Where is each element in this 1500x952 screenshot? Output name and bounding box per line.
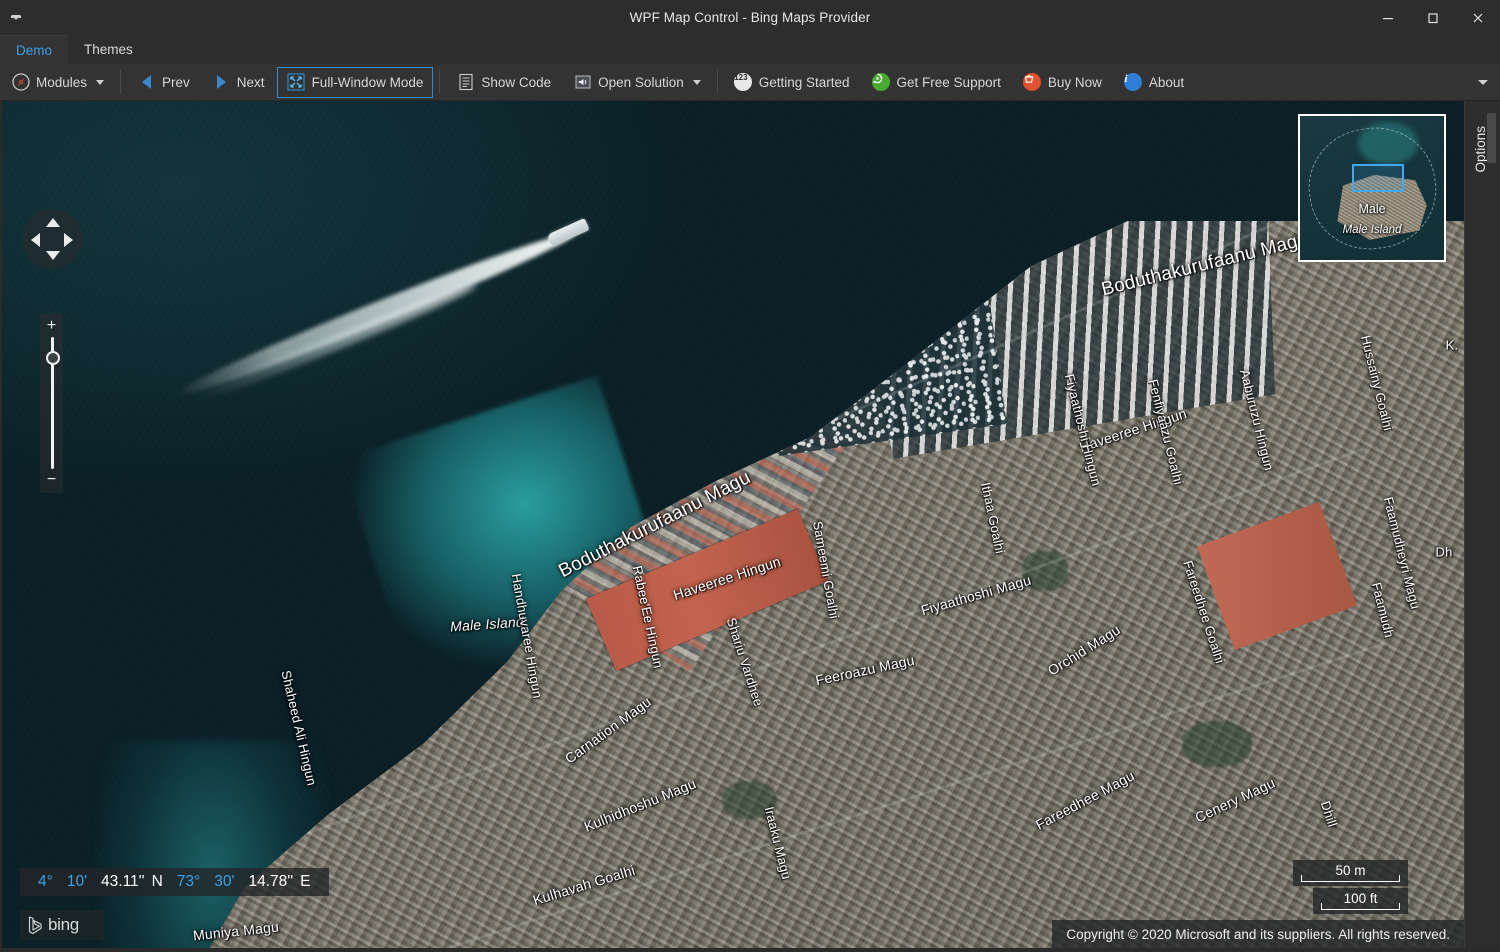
get-free-support-label: Get Free Support xyxy=(897,75,1001,90)
minimap-viewport-indicator[interactable] xyxy=(1352,164,1404,193)
latitude-minutes: 10' xyxy=(67,873,87,891)
options-scrollbar-thumb[interactable] xyxy=(1487,113,1496,163)
overview-minimap[interactable]: Male Male Island xyxy=(1298,114,1446,262)
support-circle-icon xyxy=(872,73,891,92)
bing-logo[interactable]: bing xyxy=(20,910,104,940)
map-copyright: Copyright © 2020 Microsoft and its suppl… xyxy=(1052,920,1464,948)
open-solution-icon xyxy=(573,73,592,92)
code-list-icon xyxy=(456,73,475,92)
latitude-seconds: 43.11'' xyxy=(101,873,145,891)
next-label: Next xyxy=(237,75,265,90)
buy-now-button[interactable]: Buy Now xyxy=(1013,67,1112,98)
toolbar-separator xyxy=(120,70,121,94)
minimap-island-label: Male Island xyxy=(1343,224,1402,236)
longitude-degrees: 73° xyxy=(177,873,200,891)
tree-cluster xyxy=(722,781,776,819)
scale-imperial-rule xyxy=(1321,903,1400,910)
toolbar-separator xyxy=(717,70,718,94)
get-free-support-button[interactable]: Get Free Support xyxy=(862,67,1011,98)
zoom-in-button[interactable]: + xyxy=(40,317,63,335)
minimap-place-label: Male xyxy=(1358,202,1385,216)
pan-left-arrow-icon[interactable] xyxy=(31,233,40,247)
map-canvas[interactable]: Boduthakurufaanu MaguBoduthakurufaanu Ma… xyxy=(2,101,1464,948)
minimize-button[interactable] xyxy=(1365,0,1410,35)
close-button[interactable] xyxy=(1455,0,1500,35)
maximize-button[interactable] xyxy=(1410,0,1455,35)
toolbar-overflow-button[interactable] xyxy=(1472,64,1494,101)
pan-right-arrow-icon[interactable] xyxy=(64,233,73,247)
chevron-down-icon xyxy=(96,80,104,85)
map-pan-control[interactable] xyxy=(22,209,82,269)
tab-demo[interactable]: Demo xyxy=(0,35,68,64)
longitude-minutes: 30' xyxy=(214,873,234,891)
chevron-down-icon xyxy=(1478,80,1488,85)
map-viewport[interactable]: Boduthakurufaanu MaguBoduthakurufaanu Ma… xyxy=(2,101,1464,948)
prev-arrow-icon xyxy=(137,73,156,92)
bing-mark-icon xyxy=(28,916,43,935)
open-solution-button[interactable]: Open Solution xyxy=(563,67,711,98)
tab-themes-label: Themes xyxy=(84,42,133,57)
quick-access-toolbar-button[interactable] xyxy=(0,0,32,35)
modules-icon xyxy=(11,73,30,92)
about-label: About xyxy=(1149,75,1184,90)
pan-up-arrow-icon[interactable] xyxy=(46,218,60,227)
chevron-down-icon xyxy=(693,80,701,85)
options-tab-label: Options xyxy=(1473,126,1488,173)
modules-button[interactable]: Modules xyxy=(1,67,114,98)
getting-started-button[interactable]: 123 Getting Started xyxy=(724,67,860,98)
123-circle-icon: 123 xyxy=(734,73,753,92)
application-window: WPF Map Control - Bing Maps Provider Dem… xyxy=(0,0,1500,952)
zoom-out-button[interactable]: − xyxy=(40,471,63,489)
overflow-dropdown-icon xyxy=(11,15,21,20)
show-code-button[interactable]: Show Code xyxy=(446,67,561,98)
window-title: WPF Map Control - Bing Maps Provider xyxy=(0,10,1500,25)
ribbon-tab-strip: Demo Themes xyxy=(0,35,1500,64)
options-pane: Options xyxy=(1464,101,1500,948)
latitude-hemisphere: N xyxy=(152,873,163,891)
tab-themes[interactable]: Themes xyxy=(68,35,149,64)
about-button[interactable]: i About xyxy=(1114,67,1194,98)
next-arrow-icon xyxy=(212,73,231,92)
buy-now-icon xyxy=(1023,73,1042,92)
fullscreen-icon xyxy=(287,73,306,92)
toolbar-separator xyxy=(439,70,440,94)
full-window-mode-label: Full-Window Mode xyxy=(312,75,424,90)
prev-button[interactable]: Prev xyxy=(127,67,200,98)
modules-label: Modules xyxy=(36,75,87,90)
map-zoom-slider[interactable]: + − xyxy=(40,313,63,493)
window-controls xyxy=(1365,0,1500,35)
zoom-slider-thumb[interactable] xyxy=(46,351,60,365)
longitude-seconds: 14.78'' xyxy=(248,873,293,891)
open-solution-label: Open Solution xyxy=(598,75,684,90)
latitude-degrees: 4° xyxy=(38,873,53,891)
title-bar: WPF Map Control - Bing Maps Provider xyxy=(0,0,1500,35)
bing-wordmark: bing xyxy=(48,915,79,935)
info-circle-icon: i xyxy=(1124,73,1143,92)
coordinate-readout: 4° 10' 43.11'' N 73° 30' 14.78'' E xyxy=(20,868,329,896)
longitude-hemisphere: E xyxy=(300,873,310,891)
full-window-mode-button[interactable]: Full-Window Mode xyxy=(277,67,434,98)
show-code-label: Show Code xyxy=(481,75,551,90)
tree-cluster xyxy=(1182,721,1252,767)
getting-started-label: Getting Started xyxy=(759,75,850,90)
prev-label: Prev xyxy=(162,75,190,90)
next-button[interactable]: Next xyxy=(202,67,275,98)
scale-metric-rule xyxy=(1301,875,1400,882)
pan-down-arrow-icon[interactable] xyxy=(46,251,60,260)
window-bottom-strip xyxy=(0,948,1500,952)
buy-now-label: Buy Now xyxy=(1048,75,1102,90)
demo-toolbar: Modules Prev Next xyxy=(0,64,1500,101)
scale-bar-imperial: 100 ft xyxy=(1313,888,1408,914)
scale-bar-metric: 50 m xyxy=(1293,860,1408,886)
tab-demo-label: Demo xyxy=(16,43,52,58)
